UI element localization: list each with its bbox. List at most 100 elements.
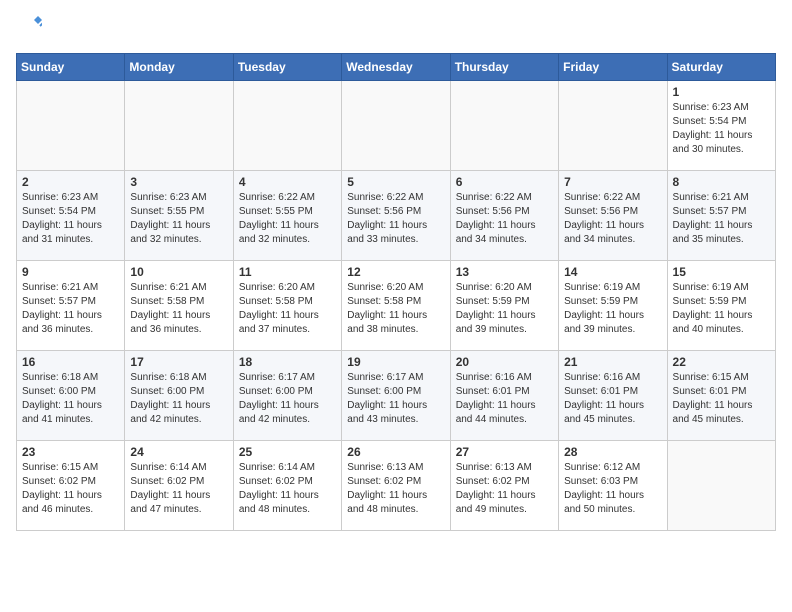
day-number: 24 <box>130 445 227 459</box>
calendar-cell: 3 Sunrise: 6:23 AM Sunset: 5:55 PM Daylig… <box>125 171 233 261</box>
calendar-cell: 7 Sunrise: 6:22 AM Sunset: 5:56 PM Daylig… <box>559 171 667 261</box>
day-number: 8 <box>673 175 770 189</box>
day-info: Sunrise: 6:13 AM Sunset: 6:02 PM Dayligh… <box>456 461 553 517</box>
col-header-sunday: Sunday <box>17 54 125 81</box>
calendar-cell: 14 Sunrise: 6:19 AM Sunset: 5:59 PM Dayli… <box>559 261 667 351</box>
day-info: Sunrise: 6:20 AM Sunset: 5:58 PM Dayligh… <box>239 281 336 337</box>
day-number: 26 <box>347 445 444 459</box>
calendar-cell: 20 Sunrise: 6:16 AM Sunset: 6:01 PM Dayli… <box>450 351 558 441</box>
calendar-table: SundayMondayTuesdayWednesdayThursdayFrid… <box>16 53 776 531</box>
day-number: 16 <box>22 355 119 369</box>
day-number: 11 <box>239 265 336 279</box>
day-info: Sunrise: 6:20 AM Sunset: 5:58 PM Dayligh… <box>347 281 444 337</box>
day-info: Sunrise: 6:23 AM Sunset: 5:54 PM Dayligh… <box>673 101 770 157</box>
day-info: Sunrise: 6:15 AM Sunset: 6:02 PM Dayligh… <box>22 461 119 517</box>
day-number: 17 <box>130 355 227 369</box>
day-number: 7 <box>564 175 661 189</box>
day-info: Sunrise: 6:22 AM Sunset: 5:55 PM Dayligh… <box>239 191 336 247</box>
day-info: Sunrise: 6:14 AM Sunset: 6:02 PM Dayligh… <box>239 461 336 517</box>
calendar-cell: 6 Sunrise: 6:22 AM Sunset: 5:56 PM Daylig… <box>450 171 558 261</box>
calendar-cell: 25 Sunrise: 6:14 AM Sunset: 6:02 PM Dayli… <box>233 441 341 531</box>
day-number: 19 <box>347 355 444 369</box>
day-info: Sunrise: 6:21 AM Sunset: 5:57 PM Dayligh… <box>673 191 770 247</box>
calendar-cell: 2 Sunrise: 6:23 AM Sunset: 5:54 PM Daylig… <box>17 171 125 261</box>
col-header-monday: Monday <box>125 54 233 81</box>
day-info: Sunrise: 6:22 AM Sunset: 5:56 PM Dayligh… <box>456 191 553 247</box>
calendar-cell <box>559 81 667 171</box>
calendar-cell: 15 Sunrise: 6:19 AM Sunset: 5:59 PM Dayli… <box>667 261 775 351</box>
day-info: Sunrise: 6:20 AM Sunset: 5:59 PM Dayligh… <box>456 281 553 337</box>
day-number: 23 <box>22 445 119 459</box>
day-info: Sunrise: 6:21 AM Sunset: 5:57 PM Dayligh… <box>22 281 119 337</box>
day-info: Sunrise: 6:15 AM Sunset: 6:01 PM Dayligh… <box>673 371 770 427</box>
day-info: Sunrise: 6:18 AM Sunset: 6:00 PM Dayligh… <box>130 371 227 427</box>
day-number: 22 <box>673 355 770 369</box>
day-number: 5 <box>347 175 444 189</box>
day-info: Sunrise: 6:18 AM Sunset: 6:00 PM Dayligh… <box>22 371 119 427</box>
calendar-cell: 28 Sunrise: 6:12 AM Sunset: 6:03 PM Dayli… <box>559 441 667 531</box>
calendar-cell: 9 Sunrise: 6:21 AM Sunset: 5:57 PM Daylig… <box>17 261 125 351</box>
calendar-cell: 10 Sunrise: 6:21 AM Sunset: 5:58 PM Dayli… <box>125 261 233 351</box>
day-number: 2 <box>22 175 119 189</box>
calendar-cell <box>450 81 558 171</box>
day-info: Sunrise: 6:22 AM Sunset: 5:56 PM Dayligh… <box>564 191 661 247</box>
day-number: 15 <box>673 265 770 279</box>
day-info: Sunrise: 6:14 AM Sunset: 6:02 PM Dayligh… <box>130 461 227 517</box>
calendar-cell: 11 Sunrise: 6:20 AM Sunset: 5:58 PM Dayli… <box>233 261 341 351</box>
day-info: Sunrise: 6:12 AM Sunset: 6:03 PM Dayligh… <box>564 461 661 517</box>
day-number: 28 <box>564 445 661 459</box>
calendar-cell: 4 Sunrise: 6:22 AM Sunset: 5:55 PM Daylig… <box>233 171 341 261</box>
calendar-cell: 24 Sunrise: 6:14 AM Sunset: 6:02 PM Dayli… <box>125 441 233 531</box>
day-number: 13 <box>456 265 553 279</box>
calendar-cell: 22 Sunrise: 6:15 AM Sunset: 6:01 PM Dayli… <box>667 351 775 441</box>
calendar-cell: 19 Sunrise: 6:17 AM Sunset: 6:00 PM Dayli… <box>342 351 450 441</box>
day-info: Sunrise: 6:21 AM Sunset: 5:58 PM Dayligh… <box>130 281 227 337</box>
day-info: Sunrise: 6:17 AM Sunset: 6:00 PM Dayligh… <box>347 371 444 427</box>
logo-icon <box>18 16 42 40</box>
calendar-cell <box>125 81 233 171</box>
calendar-cell: 13 Sunrise: 6:20 AM Sunset: 5:59 PM Dayli… <box>450 261 558 351</box>
calendar-cell: 18 Sunrise: 6:17 AM Sunset: 6:00 PM Dayli… <box>233 351 341 441</box>
day-info: Sunrise: 6:17 AM Sunset: 6:00 PM Dayligh… <box>239 371 336 427</box>
calendar-cell <box>233 81 341 171</box>
day-number: 3 <box>130 175 227 189</box>
calendar-cell: 17 Sunrise: 6:18 AM Sunset: 6:00 PM Dayli… <box>125 351 233 441</box>
day-info: Sunrise: 6:19 AM Sunset: 5:59 PM Dayligh… <box>673 281 770 337</box>
col-header-tuesday: Tuesday <box>233 54 341 81</box>
day-info: Sunrise: 6:23 AM Sunset: 5:54 PM Dayligh… <box>22 191 119 247</box>
day-number: 18 <box>239 355 336 369</box>
col-header-saturday: Saturday <box>667 54 775 81</box>
calendar-cell: 27 Sunrise: 6:13 AM Sunset: 6:02 PM Dayli… <box>450 441 558 531</box>
col-header-friday: Friday <box>559 54 667 81</box>
calendar-cell: 8 Sunrise: 6:21 AM Sunset: 5:57 PM Daylig… <box>667 171 775 261</box>
day-info: Sunrise: 6:16 AM Sunset: 6:01 PM Dayligh… <box>456 371 553 427</box>
day-number: 1 <box>673 85 770 99</box>
logo <box>16 16 42 45</box>
day-info: Sunrise: 6:13 AM Sunset: 6:02 PM Dayligh… <box>347 461 444 517</box>
day-info: Sunrise: 6:16 AM Sunset: 6:01 PM Dayligh… <box>564 371 661 427</box>
day-info: Sunrise: 6:23 AM Sunset: 5:55 PM Dayligh… <box>130 191 227 247</box>
day-info: Sunrise: 6:22 AM Sunset: 5:56 PM Dayligh… <box>347 191 444 247</box>
calendar-cell: 12 Sunrise: 6:20 AM Sunset: 5:58 PM Dayli… <box>342 261 450 351</box>
calendar-cell: 5 Sunrise: 6:22 AM Sunset: 5:56 PM Daylig… <box>342 171 450 261</box>
day-number: 20 <box>456 355 553 369</box>
day-number: 4 <box>239 175 336 189</box>
calendar-cell <box>17 81 125 171</box>
day-number: 6 <box>456 175 553 189</box>
day-number: 10 <box>130 265 227 279</box>
col-header-thursday: Thursday <box>450 54 558 81</box>
calendar-cell: 26 Sunrise: 6:13 AM Sunset: 6:02 PM Dayli… <box>342 441 450 531</box>
calendar-cell <box>667 441 775 531</box>
calendar-cell: 1 Sunrise: 6:23 AM Sunset: 5:54 PM Daylig… <box>667 81 775 171</box>
col-header-wednesday: Wednesday <box>342 54 450 81</box>
day-number: 25 <box>239 445 336 459</box>
calendar-cell <box>342 81 450 171</box>
day-number: 12 <box>347 265 444 279</box>
calendar-cell: 23 Sunrise: 6:15 AM Sunset: 6:02 PM Dayli… <box>17 441 125 531</box>
day-number: 21 <box>564 355 661 369</box>
day-number: 9 <box>22 265 119 279</box>
day-info: Sunrise: 6:19 AM Sunset: 5:59 PM Dayligh… <box>564 281 661 337</box>
day-number: 27 <box>456 445 553 459</box>
day-number: 14 <box>564 265 661 279</box>
calendar-cell: 16 Sunrise: 6:18 AM Sunset: 6:00 PM Dayli… <box>17 351 125 441</box>
